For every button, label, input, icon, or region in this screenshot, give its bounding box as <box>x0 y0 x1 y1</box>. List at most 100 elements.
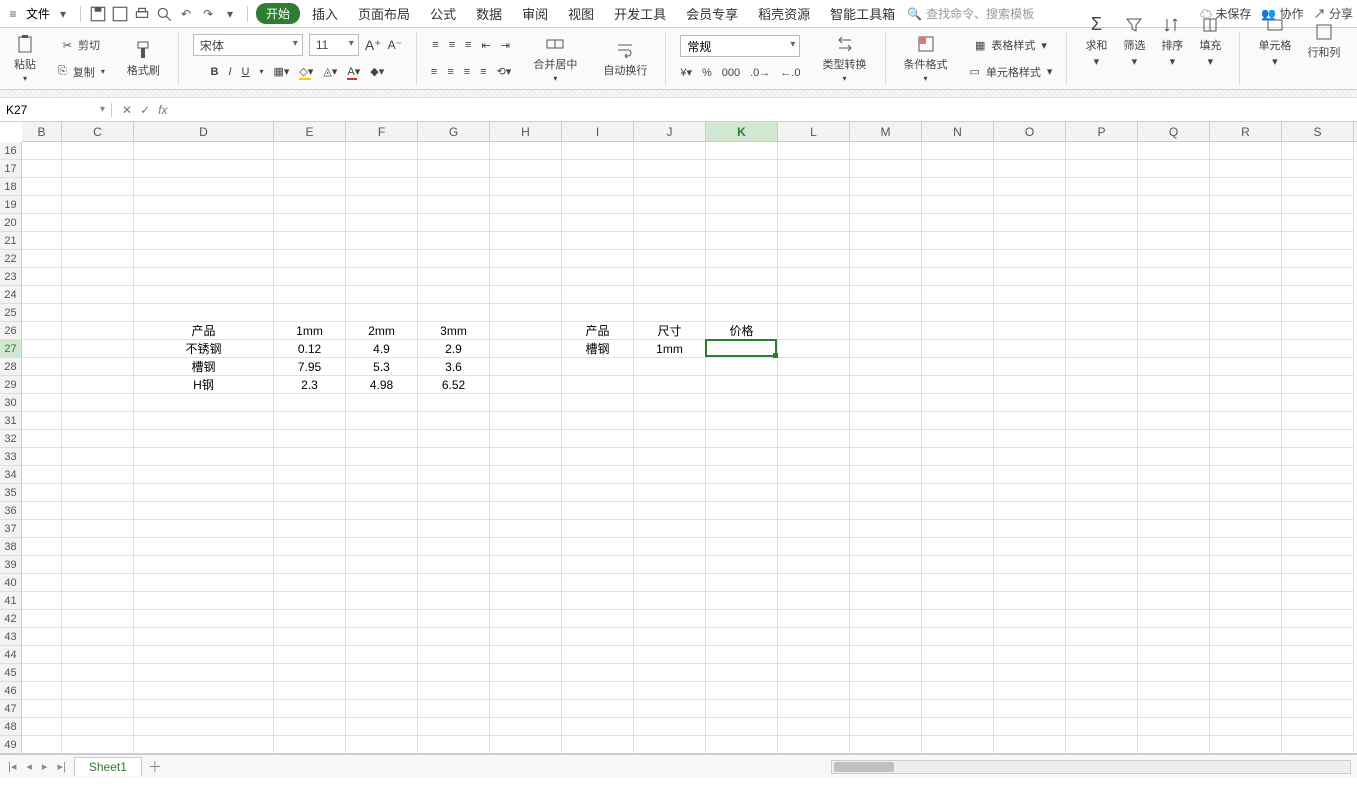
cell-K38[interactable] <box>706 538 778 556</box>
cell-B39[interactable] <box>22 556 62 574</box>
save-icon[interactable] <box>89 5 107 23</box>
cell-C17[interactable] <box>62 160 134 178</box>
cell-G17[interactable] <box>418 160 490 178</box>
cell-C22[interactable] <box>62 250 134 268</box>
row-header-34[interactable]: 34 <box>0 466 22 484</box>
cell-P36[interactable] <box>1066 502 1138 520</box>
cell-M48[interactable] <box>850 718 922 736</box>
cell-N43[interactable] <box>922 628 994 646</box>
cell-P48[interactable] <box>1066 718 1138 736</box>
cell-D40[interactable] <box>134 574 274 592</box>
cell-E30[interactable] <box>274 394 346 412</box>
cell-M18[interactable] <box>850 178 922 196</box>
cell-G49[interactable] <box>418 736 490 754</box>
cell-I33[interactable] <box>562 448 634 466</box>
cell-Q34[interactable] <box>1138 466 1210 484</box>
cell-C36[interactable] <box>62 502 134 520</box>
cell-K25[interactable] <box>706 304 778 322</box>
col-header-K[interactable]: K <box>706 122 778 141</box>
cell-K34[interactable] <box>706 466 778 484</box>
cell-N31[interactable] <box>922 412 994 430</box>
cell-L33[interactable] <box>778 448 850 466</box>
cell-M42[interactable] <box>850 610 922 628</box>
cell-P25[interactable] <box>1066 304 1138 322</box>
cell-F25[interactable] <box>346 304 418 322</box>
cell-P49[interactable] <box>1066 736 1138 754</box>
cell-K45[interactable] <box>706 664 778 682</box>
cell-R20[interactable] <box>1210 214 1282 232</box>
cell-S25[interactable] <box>1282 304 1354 322</box>
cell-H38[interactable] <box>490 538 562 556</box>
cell-I19[interactable] <box>562 196 634 214</box>
row-header-29[interactable]: 29 <box>0 376 22 394</box>
row-header-20[interactable]: 20 <box>0 214 22 232</box>
cell-R37[interactable] <box>1210 520 1282 538</box>
cell-E28[interactable]: 7.95 <box>274 358 346 376</box>
cell-P19[interactable] <box>1066 196 1138 214</box>
col-header-G[interactable]: G <box>418 122 490 141</box>
cell-S21[interactable] <box>1282 232 1354 250</box>
cell-R41[interactable] <box>1210 592 1282 610</box>
cell-J44[interactable] <box>634 646 706 664</box>
cell-B25[interactable] <box>22 304 62 322</box>
cell-J18[interactable] <box>634 178 706 196</box>
row-header-41[interactable]: 41 <box>0 592 22 610</box>
cell-J35[interactable] <box>634 484 706 502</box>
cell-B18[interactable] <box>22 178 62 196</box>
cell-C40[interactable] <box>62 574 134 592</box>
cell-D34[interactable] <box>134 466 274 484</box>
cell-E37[interactable] <box>274 520 346 538</box>
cell-E26[interactable]: 1mm <box>274 322 346 340</box>
cell-R27[interactable] <box>1210 340 1282 358</box>
cell-E17[interactable] <box>274 160 346 178</box>
cell-F18[interactable] <box>346 178 418 196</box>
table-style-button[interactable]: ▦表格样式▾ <box>975 36 1047 54</box>
cell-Q49[interactable] <box>1138 736 1210 754</box>
cell-B32[interactable] <box>22 430 62 448</box>
cell-B24[interactable] <box>22 286 62 304</box>
sheet-nav-prev-icon[interactable]: ◂ <box>24 760 34 773</box>
menu-icon[interactable]: ≡ <box>4 5 22 23</box>
cell-B37[interactable] <box>22 520 62 538</box>
cell-C24[interactable] <box>62 286 134 304</box>
cell-Q32[interactable] <box>1138 430 1210 448</box>
cell-R32[interactable] <box>1210 430 1282 448</box>
cell-F35[interactable] <box>346 484 418 502</box>
cell-J38[interactable] <box>634 538 706 556</box>
cell-L41[interactable] <box>778 592 850 610</box>
cell-F17[interactable] <box>346 160 418 178</box>
cell-H29[interactable] <box>490 376 562 394</box>
cell-H45[interactable] <box>490 664 562 682</box>
cell-B49[interactable] <box>22 736 62 754</box>
cell-D39[interactable] <box>134 556 274 574</box>
cell-B41[interactable] <box>22 592 62 610</box>
cell-G42[interactable] <box>418 610 490 628</box>
cell-C47[interactable] <box>62 700 134 718</box>
cell-H44[interactable] <box>490 646 562 664</box>
cell-Q46[interactable] <box>1138 682 1210 700</box>
cell-G34[interactable] <box>418 466 490 484</box>
row-header-38[interactable]: 38 <box>0 538 22 556</box>
cell-E25[interactable] <box>274 304 346 322</box>
decrease-font-icon[interactable]: A⁻ <box>388 38 402 52</box>
file-menu[interactable]: 文件 <box>26 5 50 22</box>
cell-F47[interactable] <box>346 700 418 718</box>
cell-K28[interactable] <box>706 358 778 376</box>
cell-C33[interactable] <box>62 448 134 466</box>
cell-H36[interactable] <box>490 502 562 520</box>
cell-S31[interactable] <box>1282 412 1354 430</box>
cell-P34[interactable] <box>1066 466 1138 484</box>
cell-E36[interactable] <box>274 502 346 520</box>
row-header-27[interactable]: 27 <box>0 340 22 358</box>
cell-D35[interactable] <box>134 484 274 502</box>
cell-D16[interactable] <box>134 142 274 160</box>
cell-O43[interactable] <box>994 628 1066 646</box>
align-center-icon[interactable]: ≡ <box>447 66 453 78</box>
cell-S22[interactable] <box>1282 250 1354 268</box>
cell-K16[interactable] <box>706 142 778 160</box>
cell-R19[interactable] <box>1210 196 1282 214</box>
cell-O49[interactable] <box>994 736 1066 754</box>
cell-G37[interactable] <box>418 520 490 538</box>
cell-K49[interactable] <box>706 736 778 754</box>
cell-Q20[interactable] <box>1138 214 1210 232</box>
